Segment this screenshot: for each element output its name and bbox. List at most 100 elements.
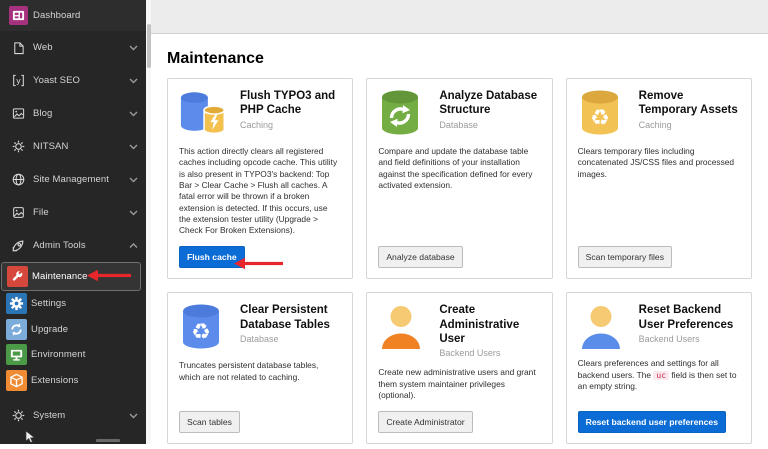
chevron-down-icon [129, 177, 138, 183]
rocket-icon [7, 239, 29, 253]
chevron-down-icon [129, 45, 138, 51]
svg-text:♻: ♻ [590, 106, 610, 131]
sidebar-item-label: Environment [31, 349, 146, 360]
card-category: Backend Users [439, 348, 540, 358]
card-titles: Reset Backend User Preferences Backend U… [639, 303, 740, 344]
sidebar-item-label: File [33, 207, 129, 218]
clipped-menu-item [96, 439, 120, 442]
svg-text:♻: ♻ [191, 320, 211, 345]
maintenance-card-grid: Flush TYPO3 and PHP Cache Caching This a… [151, 78, 768, 444]
file-image-icon [7, 206, 29, 219]
sidebar-item-blog[interactable]: Blog [0, 97, 146, 130]
sidebar-item-site-management[interactable]: Site Management [0, 163, 146, 196]
sidebar-item-file[interactable]: File [0, 196, 146, 229]
flush-cache-button[interactable]: Flush cache [179, 246, 245, 269]
scan-temporary-files-button[interactable]: Scan temporary files [578, 246, 672, 269]
sidebar-item-nitsan[interactable]: NITSAN [0, 130, 146, 163]
card-description: Clears preferences and settings for all … [578, 358, 740, 392]
card-header: Flush TYPO3 and PHP Cache Caching [179, 89, 341, 137]
card-header: ♻ Remove Temporary Assets Caching [578, 89, 740, 137]
card-titles: Clear Persistent Database Tables Databas… [240, 303, 341, 344]
sidebar-item-environment[interactable]: Environment [0, 342, 146, 368]
module-menu: Dashboard Web y Yoast SEO Blog [0, 0, 146, 432]
card-description: This action directly clears all register… [179, 146, 341, 237]
sidebar-item-settings[interactable]: Settings [0, 291, 146, 317]
card-header: Reset Backend User Preferences Backend U… [578, 303, 740, 349]
environment-monitor-icon [5, 344, 27, 365]
sidebar-item-label: Maintenance [32, 271, 140, 282]
card-titles: Remove Temporary Assets Caching [639, 89, 740, 130]
sidebar-item-dashboard[interactable]: Dashboard [0, 0, 146, 31]
sidebar-item-label: Dashboard [33, 10, 146, 21]
chevron-down-icon [129, 111, 138, 117]
card-reset-backend-user-preferences: Reset Backend User Preferences Backend U… [566, 292, 752, 444]
sidebar-item-maintenance[interactable]: Maintenance [1, 262, 141, 291]
content-area: Maintenance Flush TYPO3 [151, 0, 768, 444]
dashboard-icon [7, 6, 29, 25]
database-refresh-icon [378, 89, 430, 137]
sidebar-item-label: Upgrade [31, 324, 146, 335]
sidebar-item-web[interactable]: Web [0, 31, 146, 64]
card-title: Reset Backend User Preferences [639, 303, 740, 332]
globe-icon [7, 173, 29, 186]
card-header: Create Administrative User Backend Users [378, 303, 540, 358]
sidebar-item-label: Extensions [31, 375, 146, 386]
sidebar-item-admin-tools[interactable]: Admin Tools [0, 229, 146, 262]
yoast-icon: y [7, 74, 29, 87]
sidebar-item-extensions[interactable]: Extensions [0, 368, 146, 394]
system-gear-icon [7, 409, 29, 422]
card-title: Remove Temporary Assets [639, 89, 740, 118]
card-footer: Create Administrator [378, 402, 540, 434]
card-titles: Analyze Database Structure Database [439, 89, 540, 130]
card-footer: Analyze database [378, 237, 540, 269]
chevron-down-icon [129, 78, 138, 84]
card-category: Caching [639, 120, 740, 130]
module-sidebar: Dashboard Web y Yoast SEO Blog [0, 0, 146, 444]
sidebar-item-label: Admin Tools [33, 240, 129, 251]
card-header: Analyze Database Structure Database [378, 89, 540, 137]
mouse-cursor-icon [25, 430, 36, 449]
document-header-bar [151, 0, 768, 34]
sidebar-item-label: NITSAN [33, 141, 129, 152]
create-administrator-button[interactable]: Create Administrator [378, 411, 472, 434]
card-titles: Flush TYPO3 and PHP Cache Caching [240, 89, 341, 130]
card-title: Clear Persistent Database Tables [240, 303, 341, 332]
maintenance-wrench-icon [6, 266, 28, 287]
card-description: Create new administrative users and gran… [378, 367, 540, 401]
analyze-database-button[interactable]: Analyze database [378, 246, 462, 269]
svg-text:y: y [16, 76, 21, 85]
card-title: Create Administrative User [439, 303, 540, 346]
card-remove-temporary-assets: ♻ Remove Temporary Assets Caching Clears… [566, 78, 752, 279]
card-description: Compare and update the database table an… [378, 146, 540, 191]
backend-user-icon [578, 303, 630, 349]
sidebar-item-yoast-seo[interactable]: y Yoast SEO [0, 64, 146, 97]
settings-gear-icon [5, 293, 27, 314]
card-create-admin-user: Create Administrative User Backend Users… [366, 292, 552, 444]
sidebar-item-label: Yoast SEO [33, 75, 129, 86]
upgrade-refresh-icon [5, 319, 27, 340]
chevron-down-icon [129, 210, 138, 216]
card-footer: Flush cache [179, 237, 341, 269]
page-title: Maintenance [151, 50, 768, 68]
sidebar-item-upgrade[interactable]: Upgrade [0, 317, 146, 343]
card-footer: Scan tables [179, 402, 341, 434]
sidebar-item-system[interactable]: System [0, 399, 146, 432]
extensions-cube-icon [5, 370, 27, 391]
sidebar-scrollbar-thumb[interactable] [147, 24, 151, 68]
card-flush-cache: Flush TYPO3 and PHP Cache Caching This a… [167, 78, 353, 279]
chevron-down-icon [129, 413, 138, 419]
page-icon [7, 41, 29, 55]
scan-tables-button[interactable]: Scan tables [179, 411, 240, 434]
card-footer: Scan temporary files [578, 237, 740, 269]
card-category: Database [439, 120, 540, 130]
reset-backend-user-preferences-button[interactable]: Reset backend user preferences [578, 411, 726, 434]
card-analyze-database: Analyze Database Structure Database Comp… [366, 78, 552, 279]
sidebar-item-label: Site Management [33, 174, 129, 185]
admin-user-icon [378, 303, 430, 349]
recycle-cylinder-yellow-icon: ♻ [578, 89, 630, 137]
card-description: Truncates persistent database tables, wh… [179, 360, 341, 383]
card-footer: Reset backend user preferences [578, 402, 740, 434]
sidebar-item-label: System [33, 410, 129, 421]
blog-image-icon [7, 107, 29, 120]
card-title: Analyze Database Structure [439, 89, 540, 118]
